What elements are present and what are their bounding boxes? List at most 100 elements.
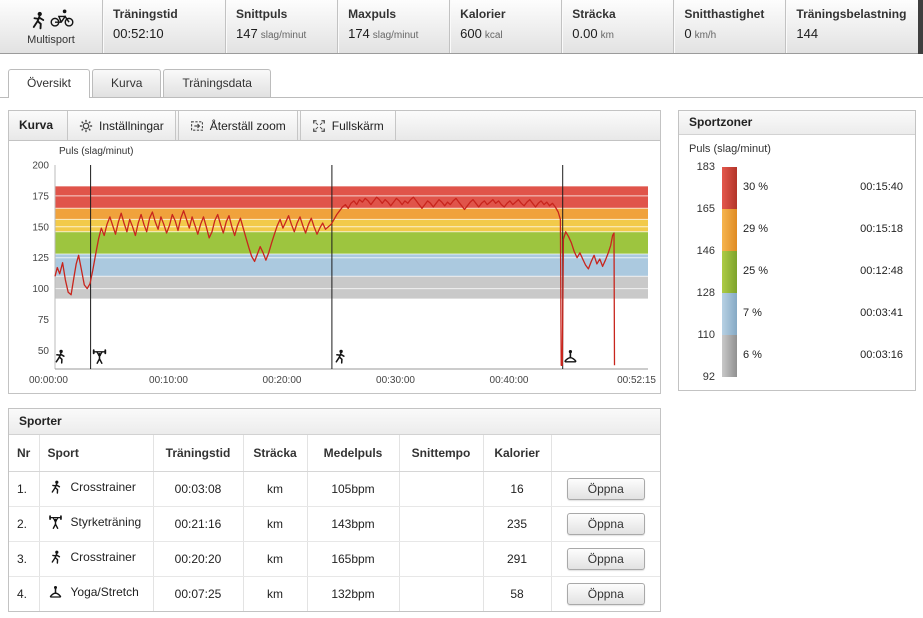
yoga-icon xyxy=(48,585,63,600)
sports-panel-title: Sporter xyxy=(9,409,660,435)
open-sport-button[interactable]: Öppna xyxy=(567,513,645,535)
svg-text:00:20:00: 00:20:00 xyxy=(263,375,302,386)
sport-avg-hr: 143bpm xyxy=(307,506,399,541)
tab-traningsdata[interactable]: Träningsdata xyxy=(163,69,271,97)
sport-name-cell: Styrketräning xyxy=(48,515,142,530)
row-number: 1. xyxy=(9,471,39,506)
sport-time: 00:07:25 xyxy=(153,576,243,611)
runner-icon xyxy=(336,350,344,363)
zone-percent: 29 % xyxy=(743,223,768,235)
zone-bound-label: 146 xyxy=(689,245,715,257)
zone-percent: 25 % xyxy=(743,265,768,277)
sport-pace xyxy=(399,471,483,506)
sportzones-panel: Sportzoner Puls (slag/minut) 30 %00:15:4… xyxy=(678,110,916,391)
zone-percent: 7 % xyxy=(743,307,762,319)
zone-color-strip xyxy=(722,209,737,251)
metric-value: 0.00km xyxy=(572,26,663,41)
weights-icon xyxy=(48,515,63,530)
activity-cell: Multisport xyxy=(0,0,102,53)
sport-name-cell: Yoga/Stretch xyxy=(48,585,139,600)
header-right-edge xyxy=(918,0,923,54)
sport-avg-hr: 105bpm xyxy=(307,471,399,506)
sport-calories: 16 xyxy=(483,471,551,506)
sport-pace xyxy=(399,541,483,576)
runner-icon xyxy=(48,480,63,495)
cyclist-icon xyxy=(49,5,75,31)
sport-name: Yoga/Stretch xyxy=(71,585,139,599)
installningar-button[interactable]: Inställningar xyxy=(67,111,176,140)
aterstall-zoom-button[interactable]: Återställ zoom xyxy=(178,111,298,140)
multisport-icon xyxy=(28,7,75,31)
svg-text:75: 75 xyxy=(38,315,50,326)
zone-bound-label: 92 xyxy=(689,371,715,383)
metric-label: Sträcka xyxy=(572,7,663,21)
zone-time: 00:12:48 xyxy=(860,265,903,277)
sport-calories: 58 xyxy=(483,576,551,611)
metric-traningstid: Träningstid00:52:10 xyxy=(102,0,225,53)
svg-text:00:10:00: 00:10:00 xyxy=(149,375,188,386)
sport-row: 3.Crosstrainer00:20:20km165bpm291Öppna xyxy=(9,541,660,576)
zone-time: 00:03:41 xyxy=(860,307,903,319)
sport-distance: km xyxy=(243,506,307,541)
sport-row: 1.Crosstrainer00:03:08km105bpm16Öppna xyxy=(9,471,660,506)
sport-time: 00:03:08 xyxy=(153,471,243,506)
row-number: 3. xyxy=(9,541,39,576)
sport-distance: km xyxy=(243,576,307,611)
sport-pace xyxy=(399,506,483,541)
svg-text:00:00:00: 00:00:00 xyxy=(29,375,68,386)
zone-color-strip xyxy=(722,293,737,335)
yoga-icon xyxy=(565,350,576,362)
metric-label: Snitthastighet xyxy=(684,7,775,21)
metric-snitthastighet: Snitthastighet0km/h xyxy=(673,0,785,53)
zone-time: 00:15:40 xyxy=(860,181,903,193)
open-sport-button[interactable]: Öppna xyxy=(567,478,645,500)
column-snittempo: Snittempo xyxy=(399,435,483,471)
column-nr: Nr xyxy=(9,435,39,471)
zone-bound-label: 165 xyxy=(689,203,715,215)
hr-chart[interactable]: 200175150125100755000:00:0000:10:0000:20… xyxy=(9,141,660,393)
sports-table: NrSportTräningstidSträckaMedelpulsSnitte… xyxy=(9,435,660,611)
runner-icon xyxy=(56,350,64,363)
metric-snittpuls: Snittpuls 147slag/minut xyxy=(225,0,337,53)
sport-time: 00:21:16 xyxy=(153,506,243,541)
svg-text:150: 150 xyxy=(32,222,49,233)
sport-calories: 235 xyxy=(483,506,551,541)
tab-bar: ÖversiktKurvaTräningsdata xyxy=(8,69,271,98)
reset-zoom-icon xyxy=(190,119,204,133)
metric-value: 147slag/minut xyxy=(236,26,327,41)
column-medelpuls: Medelpuls xyxy=(307,435,399,471)
metric-kalorier: Kalorier600kcal xyxy=(449,0,561,53)
open-sport-button[interactable]: Öppna xyxy=(567,548,645,570)
sport-distance: km xyxy=(243,541,307,576)
zone-percent: 6 % xyxy=(743,349,762,361)
tab-kurva[interactable]: Kurva xyxy=(92,69,161,97)
column-kalorier: Kalorier xyxy=(483,435,551,471)
gear-icon xyxy=(79,119,93,133)
open-sport-button[interactable]: Öppna xyxy=(567,583,645,605)
zone-bound-label: 128 xyxy=(689,287,715,299)
sport-name: Crosstrainer xyxy=(71,480,136,494)
sport-name: Styrketräning xyxy=(71,515,142,529)
runner-icon xyxy=(28,11,48,31)
metric-value: 00:52:10 xyxy=(113,26,215,41)
svg-text:125: 125 xyxy=(32,253,49,264)
tab-oversikt[interactable]: Översikt xyxy=(8,69,90,98)
sport-row: 2. Styrketräning 00:21:16km143bpm 235 Öppna xyxy=(9,506,660,541)
row-number: 2. xyxy=(9,506,39,541)
sportzones-title: Sportzoner xyxy=(679,111,915,135)
metric-maxpuls: Maxpuls174slag/minut xyxy=(337,0,449,53)
sport-pace xyxy=(399,576,483,611)
sports-panel: Sporter NrSportTräningstidSträckaMedelpu… xyxy=(8,408,661,612)
curve-toolbar: Kurva InställningarÅterställ zoomFullskä… xyxy=(9,111,660,141)
curve-panel-title: Kurva xyxy=(9,111,67,140)
zone-time: 00:15:18 xyxy=(860,223,903,235)
metric-label: Snittpuls xyxy=(236,7,327,21)
metric-stracka: Sträcka 0.00km xyxy=(561,0,673,53)
zone-color-strip xyxy=(722,251,737,293)
svg-text:00:30:00: 00:30:00 xyxy=(376,375,415,386)
svg-text:50: 50 xyxy=(38,346,50,357)
fullskarm-button[interactable]: Fullskärm xyxy=(300,111,396,140)
zone-bound-label: 110 xyxy=(689,329,715,341)
zone-color-strip xyxy=(722,167,737,209)
metric-value: 600kcal xyxy=(460,26,551,41)
